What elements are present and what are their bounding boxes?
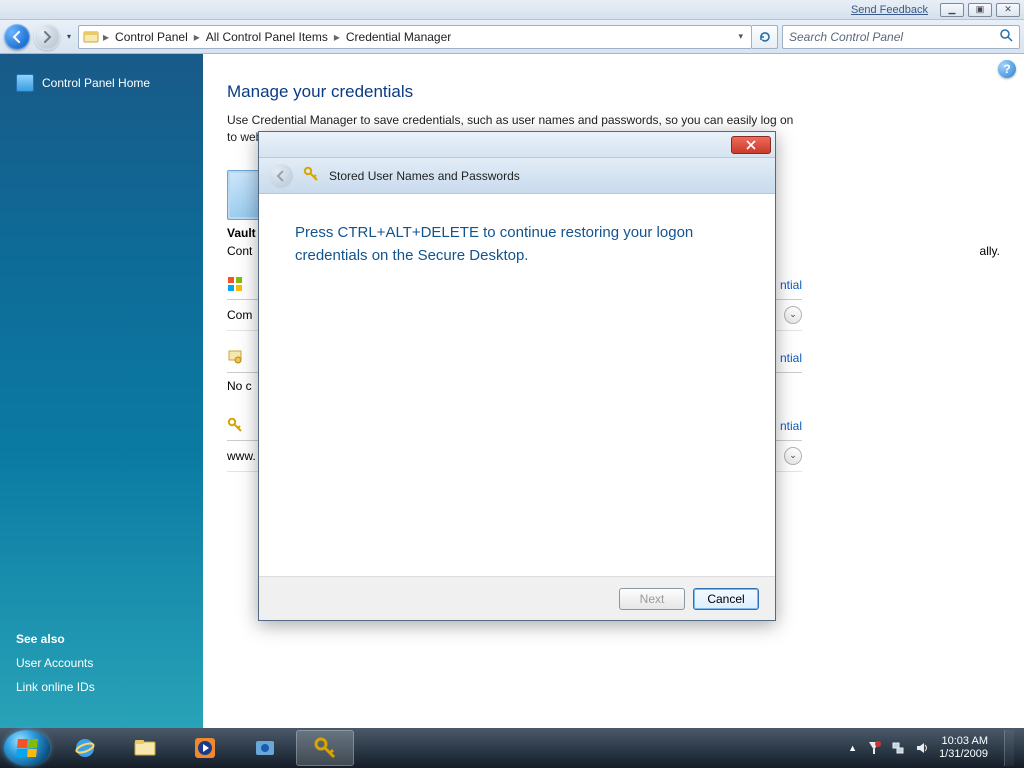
nav-back-button[interactable] [4, 24, 30, 50]
taskbar-explorer-button[interactable] [116, 730, 174, 766]
window-titlebar: Send Feedback ▁ ▣ ✕ [0, 0, 1024, 20]
system-tray: ▲ 10:03 AM 1/31/2009 [848, 730, 1020, 766]
see-also-link-online-ids[interactable]: Link online IDs [16, 680, 187, 694]
dialog-message: Press CTRL+ALT+DELETE to continue restor… [295, 222, 739, 267]
tray-up-icon[interactable]: ▲ [848, 743, 857, 753]
navigation-bar: ▾ ▸ Control Panel ▸ All Control Panel It… [0, 20, 1024, 54]
address-bar[interactable]: ▸ Control Panel ▸ All Control Panel Item… [78, 25, 752, 49]
add-credential-link[interactable]: ntial [780, 278, 802, 292]
tray-clock[interactable]: 10:03 AM 1/31/2009 [939, 735, 988, 760]
certificate-icon [227, 349, 243, 368]
page-title: Manage your credentials [227, 82, 1000, 102]
refresh-button[interactable] [752, 25, 778, 49]
minimize-button[interactable]: ▁ [940, 3, 964, 17]
credential-row-label: No c [227, 379, 252, 393]
breadcrumb-item[interactable]: Credential Manager [344, 30, 453, 44]
add-credential-link[interactable]: ntial [780, 351, 802, 365]
search-icon [999, 28, 1013, 45]
dialog-close-button[interactable] [731, 136, 771, 154]
key-icon [303, 166, 319, 185]
see-also-link-user-accounts[interactable]: User Accounts [16, 656, 187, 670]
send-feedback-link[interactable]: Send Feedback [851, 4, 928, 16]
search-placeholder: Search Control Panel [789, 30, 903, 44]
search-input[interactable]: Search Control Panel [782, 25, 1020, 49]
add-credential-link[interactable]: ntial [780, 419, 802, 433]
sidebar: Control Panel Home See also User Account… [0, 54, 203, 728]
see-also-heading: See also [16, 632, 187, 646]
breadcrumb-item[interactable]: All Control Panel Items [204, 30, 330, 44]
home-label: Control Panel Home [42, 76, 150, 90]
key-icon [227, 417, 243, 436]
breadcrumb-item[interactable]: Control Panel [113, 30, 190, 44]
control-panel-home-link[interactable]: Control Panel Home [0, 66, 203, 100]
expand-button[interactable]: ⌄ [784, 306, 802, 324]
volume-icon[interactable] [915, 741, 929, 755]
start-button[interactable] [4, 730, 50, 766]
network-icon[interactable] [891, 741, 905, 755]
windows-icon [227, 276, 243, 295]
expand-button[interactable]: ⌄ [784, 447, 802, 465]
tray-date: 1/31/2009 [939, 748, 988, 761]
maximize-button[interactable]: ▣ [968, 3, 992, 17]
taskbar-app-button[interactable] [236, 730, 294, 766]
breadcrumb-separator: ▸ [101, 30, 111, 44]
next-button: Next [619, 588, 685, 610]
home-icon [16, 74, 34, 92]
stored-passwords-dialog: Stored User Names and Passwords Press CT… [258, 131, 776, 621]
tray-time: 10:03 AM [939, 735, 988, 748]
taskbar-ie-button[interactable] [56, 730, 114, 766]
dialog-back-button [269, 164, 293, 188]
address-dropdown[interactable]: ▾ [734, 31, 747, 42]
show-desktop-button[interactable] [1004, 730, 1014, 766]
credential-row-label: Com [227, 308, 252, 322]
breadcrumb-separator: ▸ [332, 30, 342, 44]
breadcrumb-separator: ▸ [192, 30, 202, 44]
taskbar-credential-button[interactable] [296, 730, 354, 766]
nav-history-dropdown[interactable]: ▾ [64, 24, 74, 50]
taskbar: ▲ 10:03 AM 1/31/2009 [0, 728, 1024, 768]
desktop: Send Feedback ▁ ▣ ✕ ▾ ▸ Control Panel ▸ … [0, 0, 1024, 768]
see-also-section: See also User Accounts Link online IDs [0, 632, 203, 712]
windows-logo-icon [16, 739, 38, 757]
dialog-title: Stored User Names and Passwords [329, 169, 520, 183]
help-icon[interactable]: ? [998, 60, 1016, 78]
cancel-button[interactable]: Cancel [693, 588, 759, 610]
dialog-header: Stored User Names and Passwords [259, 158, 775, 194]
action-center-icon[interactable] [867, 741, 881, 755]
dialog-footer: Next Cancel [259, 576, 775, 620]
dialog-titlebar[interactable] [259, 132, 775, 158]
credential-row-label: www. [227, 449, 256, 463]
nav-forward-button[interactable] [34, 24, 60, 50]
close-window-button[interactable]: ✕ [996, 3, 1020, 17]
dialog-body: Press CTRL+ALT+DELETE to continue restor… [259, 194, 775, 576]
taskbar-media-button[interactable] [176, 730, 234, 766]
location-icon [83, 29, 99, 45]
